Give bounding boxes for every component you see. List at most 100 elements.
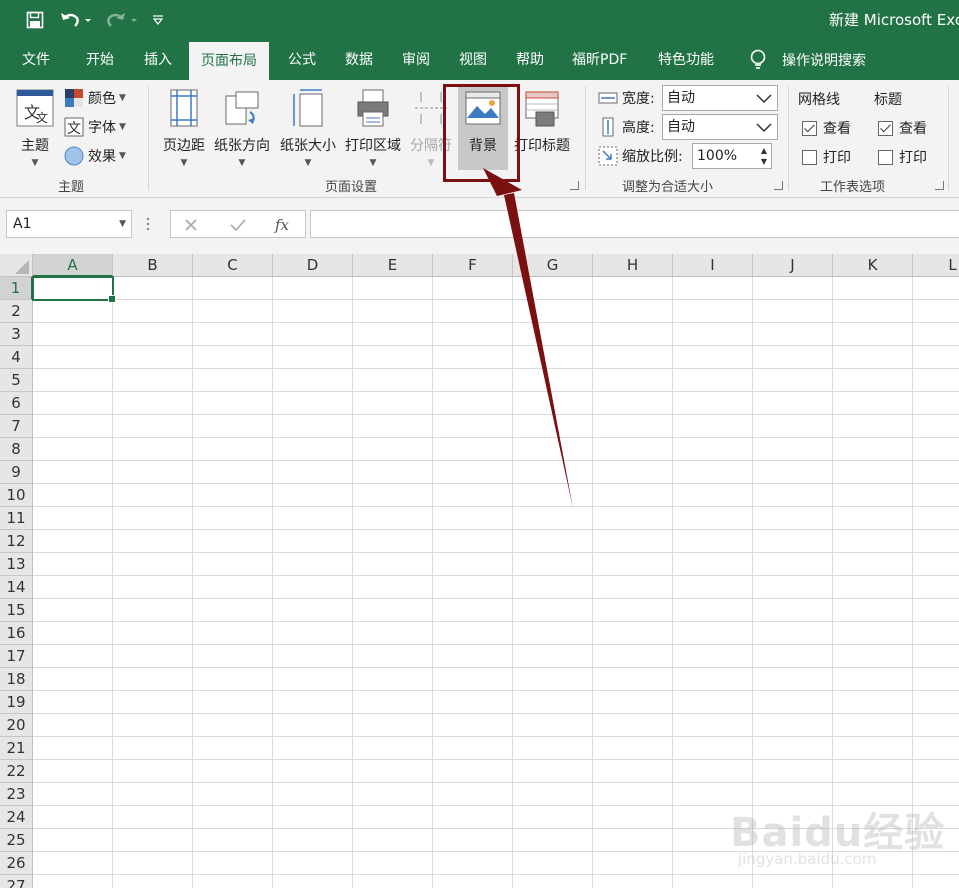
colors-button[interactable]: 颜色 ▼ xyxy=(64,86,126,110)
gridlines-print-checkbox[interactable]: 打印 xyxy=(802,147,851,167)
customize-qat-icon[interactable] xyxy=(148,8,168,32)
row-header-24[interactable]: 24 xyxy=(0,806,33,829)
row-header-19[interactable]: 19 xyxy=(0,691,33,714)
sheet-options-launcher-icon[interactable] xyxy=(935,181,944,190)
effects-button[interactable]: 效果 ▼ xyxy=(64,144,126,168)
column-header-l[interactable]: L xyxy=(913,254,959,277)
row-header-18[interactable]: 18 xyxy=(0,668,33,691)
tab-file[interactable]: 文件 xyxy=(10,40,62,80)
scale-stepper[interactable]: 100% ▲ ▼ xyxy=(692,143,772,169)
undo-icon[interactable] xyxy=(58,8,94,32)
row-header-10[interactable]: 10 xyxy=(0,484,33,507)
column-header-b[interactable]: B xyxy=(113,254,193,277)
orientation-button[interactable]: 纸张方向 ▼ xyxy=(212,84,272,174)
column-header-i[interactable]: I xyxy=(673,254,753,277)
group-divider xyxy=(948,86,949,190)
group-divider xyxy=(788,86,789,190)
name-box[interactable]: A1 ▼ xyxy=(6,210,132,238)
themes-button[interactable]: 文 文 主题 ▼ xyxy=(12,84,58,174)
row-header-20[interactable]: 20 xyxy=(0,714,33,737)
column-header-a[interactable]: A xyxy=(33,254,113,277)
row-header-14[interactable]: 14 xyxy=(0,576,33,599)
insert-function-icon[interactable]: fx xyxy=(273,215,293,235)
theme-group-label: 主题 xyxy=(58,180,85,195)
checkbox-checked-icon xyxy=(878,120,893,136)
row-header-23[interactable]: 23 xyxy=(0,783,33,806)
orientation-icon xyxy=(225,91,259,125)
tab-foxit-pdf[interactable]: 福昕PDF xyxy=(560,40,639,80)
column-header-f[interactable]: F xyxy=(433,254,513,277)
scale-launcher-icon[interactable] xyxy=(774,181,783,190)
tab-review[interactable]: 审阅 xyxy=(390,40,442,80)
column-header-d[interactable]: D xyxy=(273,254,353,277)
row-header-3[interactable]: 3 xyxy=(0,323,33,346)
save-icon[interactable] xyxy=(22,8,48,32)
tab-view[interactable]: 视图 xyxy=(447,40,499,80)
size-button[interactable]: 纸张大小 ▼ xyxy=(277,84,339,174)
tab-home[interactable]: 开始 xyxy=(74,40,126,80)
column-header-g[interactable]: G xyxy=(513,254,593,277)
tab-data[interactable]: 数据 xyxy=(333,40,385,80)
headings-view-label: 查看 xyxy=(899,121,927,137)
height-select[interactable]: 自动 xyxy=(662,114,778,140)
tab-insert[interactable]: 插入 xyxy=(132,40,184,80)
row-header-1[interactable]: 1 xyxy=(0,277,33,300)
spin-arrows-icon[interactable]: ▲ ▼ xyxy=(761,145,767,167)
row-header-5[interactable]: 5 xyxy=(0,369,33,392)
column-header-c[interactable]: C xyxy=(193,254,273,277)
redo-icon[interactable] xyxy=(104,8,140,32)
tab-special-features[interactable]: 特色功能 xyxy=(646,40,726,80)
themes-label: 主题 xyxy=(21,138,49,154)
select-all-corner[interactable] xyxy=(0,254,33,277)
tab-page-layout[interactable]: 页面布局 xyxy=(189,42,269,80)
column-header-h[interactable]: H xyxy=(593,254,673,277)
headings-view-checkbox[interactable]: 查看 xyxy=(878,118,927,138)
formula-input[interactable] xyxy=(310,210,959,238)
tab-formulas[interactable]: 公式 xyxy=(276,40,328,80)
enter-icon[interactable] xyxy=(229,217,247,233)
svg-text:fx: fx xyxy=(274,216,290,234)
row-header-27[interactable]: 27 xyxy=(0,875,33,888)
page-setup-launcher-icon[interactable] xyxy=(570,181,579,190)
active-cell-a1[interactable] xyxy=(32,276,116,303)
row-header-8[interactable]: 8 xyxy=(0,438,33,461)
row-header-11[interactable]: 11 xyxy=(0,507,33,530)
column-header-k[interactable]: K xyxy=(833,254,913,277)
fonts-button[interactable]: 文 字体 ▼ xyxy=(64,115,126,139)
tab-help[interactable]: 帮助 xyxy=(504,40,556,80)
chevron-down-icon[interactable]: ▼ xyxy=(119,211,126,237)
headings-print-checkbox[interactable]: 打印 xyxy=(878,147,927,167)
row-header-16[interactable]: 16 xyxy=(0,622,33,645)
formula-buttons: fx xyxy=(170,210,306,238)
row-header-9[interactable]: 9 xyxy=(0,461,33,484)
width-select[interactable]: 自动 xyxy=(662,85,778,111)
row-header-2[interactable]: 2 xyxy=(0,300,33,323)
gridlines-view-checkbox[interactable]: 查看 xyxy=(802,118,851,138)
row-header-17[interactable]: 17 xyxy=(0,645,33,668)
column-header-j[interactable]: J xyxy=(753,254,833,277)
height-icon xyxy=(602,117,614,137)
row-header-25[interactable]: 25 xyxy=(0,829,33,852)
row-header-4[interactable]: 4 xyxy=(0,346,33,369)
svg-text:文: 文 xyxy=(36,110,48,125)
tell-me-search[interactable]: 操作说明搜索 xyxy=(748,40,866,80)
scale-value: 100% xyxy=(697,148,738,164)
cell-area[interactable] xyxy=(33,277,959,888)
row-header-12[interactable]: 12 xyxy=(0,530,33,553)
column-header-e[interactable]: E xyxy=(353,254,433,277)
row-header-21[interactable]: 21 xyxy=(0,737,33,760)
row-header-13[interactable]: 13 xyxy=(0,553,33,576)
tell-me-label: 操作说明搜索 xyxy=(782,53,866,69)
margins-button[interactable]: 页边距 ▼ xyxy=(158,84,210,174)
row-header-6[interactable]: 6 xyxy=(0,392,33,415)
drag-handle-icon[interactable] xyxy=(146,216,150,232)
cancel-icon[interactable] xyxy=(183,217,199,233)
title-bar: 新建 Microsoft Excel xyxy=(0,0,959,40)
margins-icon xyxy=(170,89,198,127)
row-header-22[interactable]: 22 xyxy=(0,760,33,783)
height-label: 高度: xyxy=(622,120,655,136)
row-header-26[interactable]: 26 xyxy=(0,852,33,875)
print-area-button[interactable]: 打印区域 ▼ xyxy=(341,84,405,174)
row-header-15[interactable]: 15 xyxy=(0,599,33,622)
row-header-7[interactable]: 7 xyxy=(0,415,33,438)
